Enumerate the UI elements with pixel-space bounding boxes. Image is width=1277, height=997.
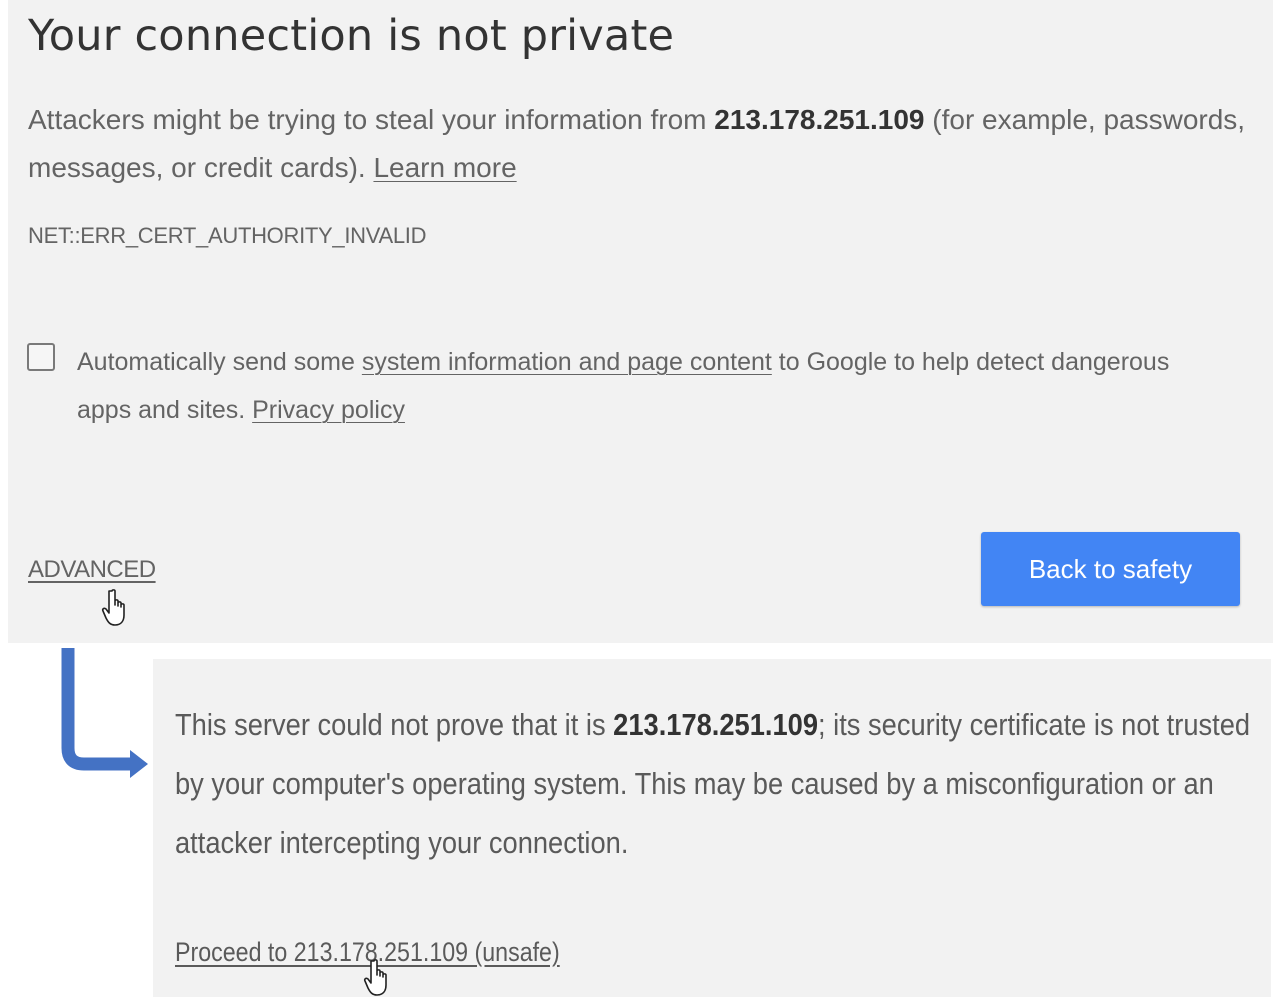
learn-more-link[interactable]: Learn more	[373, 152, 516, 183]
page-title: Your connection is not private	[28, 11, 675, 61]
system-info-link[interactable]: system information and page content	[362, 348, 772, 376]
details-text-start: This server could not prove that it is	[175, 707, 614, 742]
screenshot-stage: Your connection is not private Attackers…	[0, 0, 1277, 997]
send-info-checkbox[interactable]	[27, 343, 55, 371]
optin-text-start: Automatically send some	[77, 348, 362, 376]
hand-pointer-cursor-icon	[101, 589, 125, 626]
advanced-details-panel: This server could not prove that it is 2…	[153, 659, 1271, 997]
intro-text-start: Attackers might be trying to steal your …	[28, 104, 715, 135]
details-host-address: 213.178.251.109	[613, 707, 818, 742]
advanced-link[interactable]: ADVANCED	[28, 555, 156, 585]
hand-pointer-cursor-icon	[363, 959, 387, 996]
host-address: 213.178.251.109	[714, 104, 925, 135]
down-right-arrow-icon	[57, 648, 155, 787]
optin-text: Automatically send some system informati…	[77, 338, 1187, 434]
intro-paragraph: Attackers might be trying to steal your …	[28, 96, 1248, 192]
privacy-error-panel: Your connection is not private Attackers…	[8, 0, 1273, 643]
details-paragraph: This server could not prove that it is 2…	[175, 695, 1257, 872]
back-to-safety-button[interactable]: Back to safety	[981, 532, 1240, 606]
privacy-policy-link[interactable]: Privacy policy	[252, 396, 405, 424]
error-code: NET::ERR_CERT_AUTHORITY_INVALID	[28, 223, 427, 248]
